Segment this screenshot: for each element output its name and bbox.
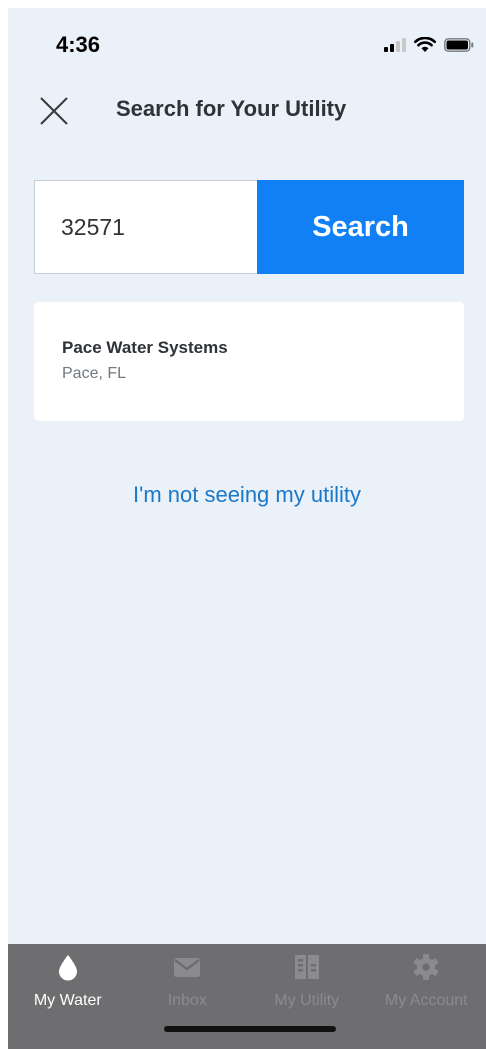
wifi-icon <box>414 37 436 52</box>
page-title: Search for Your Utility <box>116 96 347 121</box>
result-location: Pace, FL <box>62 365 127 382</box>
tab-bar: My Water Inbox My Utility My Account <box>8 944 486 1049</box>
tab-inbox[interactable]: Inbox <box>128 944 248 1049</box>
app-screen: 4:36 Search for Your Utility 32571 Searc… <box>8 8 486 1049</box>
tab-label: My Water <box>33 992 102 1009</box>
status-bar: 4:36 <box>8 8 486 82</box>
gear-icon <box>414 954 439 980</box>
close-button[interactable] <box>36 92 72 128</box>
not-seeing-utility-link[interactable]: I'm not seeing my utility <box>8 482 486 508</box>
header: Search for Your Utility <box>8 82 486 142</box>
envelope-icon <box>174 958 201 977</box>
tab-my-utility[interactable]: My Utility <box>247 944 367 1049</box>
search-row: Search <box>34 180 464 274</box>
battery-icon <box>444 38 474 52</box>
tab-label: Inbox <box>167 992 207 1009</box>
home-indicator <box>164 1026 336 1032</box>
tab-label: My Account <box>384 992 468 1009</box>
status-icons <box>384 36 474 54</box>
tab-label: My Utility <box>274 992 340 1009</box>
water-drop-icon <box>58 955 77 981</box>
tab-my-account[interactable]: My Account <box>367 944 486 1049</box>
search-button[interactable]: Search <box>257 180 464 274</box>
building-icon <box>294 955 319 979</box>
result-card[interactable]: Pace Water Systems Pace, FL <box>34 302 464 421</box>
result-name: Pace Water Systems <box>62 338 228 357</box>
status-time: 4:36 <box>56 32 101 57</box>
search-input[interactable] <box>34 180 257 274</box>
signal-icon <box>384 38 406 52</box>
tab-my-water[interactable]: My Water <box>8 944 128 1049</box>
close-icon <box>40 97 68 125</box>
